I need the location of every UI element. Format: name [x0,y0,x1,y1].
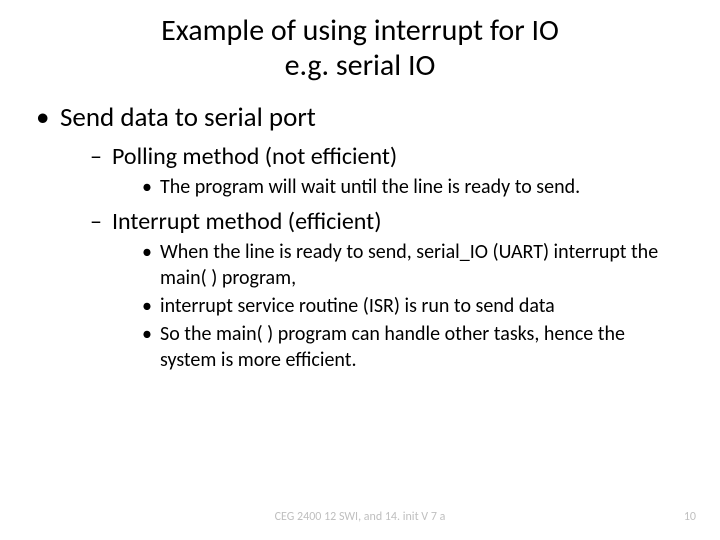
bullet-list-l3a: The program will wait until the line is … [112,174,684,200]
slide-title: Example of using interrupt for IO e.g. s… [0,0,720,83]
bullet-l1: Send data to serial port Polling method … [36,101,684,373]
bullet-l3b3-text: So the main( ) program can handle other … [160,322,625,372]
title-line-2: e.g. serial IO [285,47,436,84]
bullet-l2b-text: Interrupt method (efficient) [112,207,381,236]
bullet-list: Send data to serial port Polling method … [36,101,684,373]
footer-center: CEG 2400 12 SWI, and 14. init V 7 a [0,510,720,524]
bullet-l3b2-text: interrupt service routine (ISR) is run t… [160,294,555,318]
bullet-l1-text: Send data to serial port [60,101,316,134]
bullet-l3b2: interrupt service routine (ISR) is run t… [142,293,684,319]
bullet-list-l3b: When the line is ready to send, serial_I… [112,239,684,373]
bullet-l2b: Interrupt method (efficient) When the li… [90,206,684,373]
bullet-l3a1-text: The program will wait until the line is … [160,175,580,199]
bullet-list-l2: Polling method (not efficient) The progr… [60,141,684,373]
bullet-l3b1-text: When the line is ready to send, serial_I… [160,240,658,290]
bullet-l3b1: When the line is ready to send, serial_I… [142,239,684,291]
slide: Example of using interrupt for IO e.g. s… [0,0,720,540]
bullet-l3b3: So the main( ) program can handle other … [142,321,684,373]
page-number: 10 [684,510,696,524]
title-line-1: Example of using interrupt for IO [161,12,559,49]
bullet-l3a1: The program will wait until the line is … [142,174,684,200]
bullet-l2a-text: Polling method (not efficient) [112,142,397,171]
slide-content: Send data to serial port Polling method … [0,83,720,373]
bullet-l2a: Polling method (not efficient) The progr… [90,141,684,200]
